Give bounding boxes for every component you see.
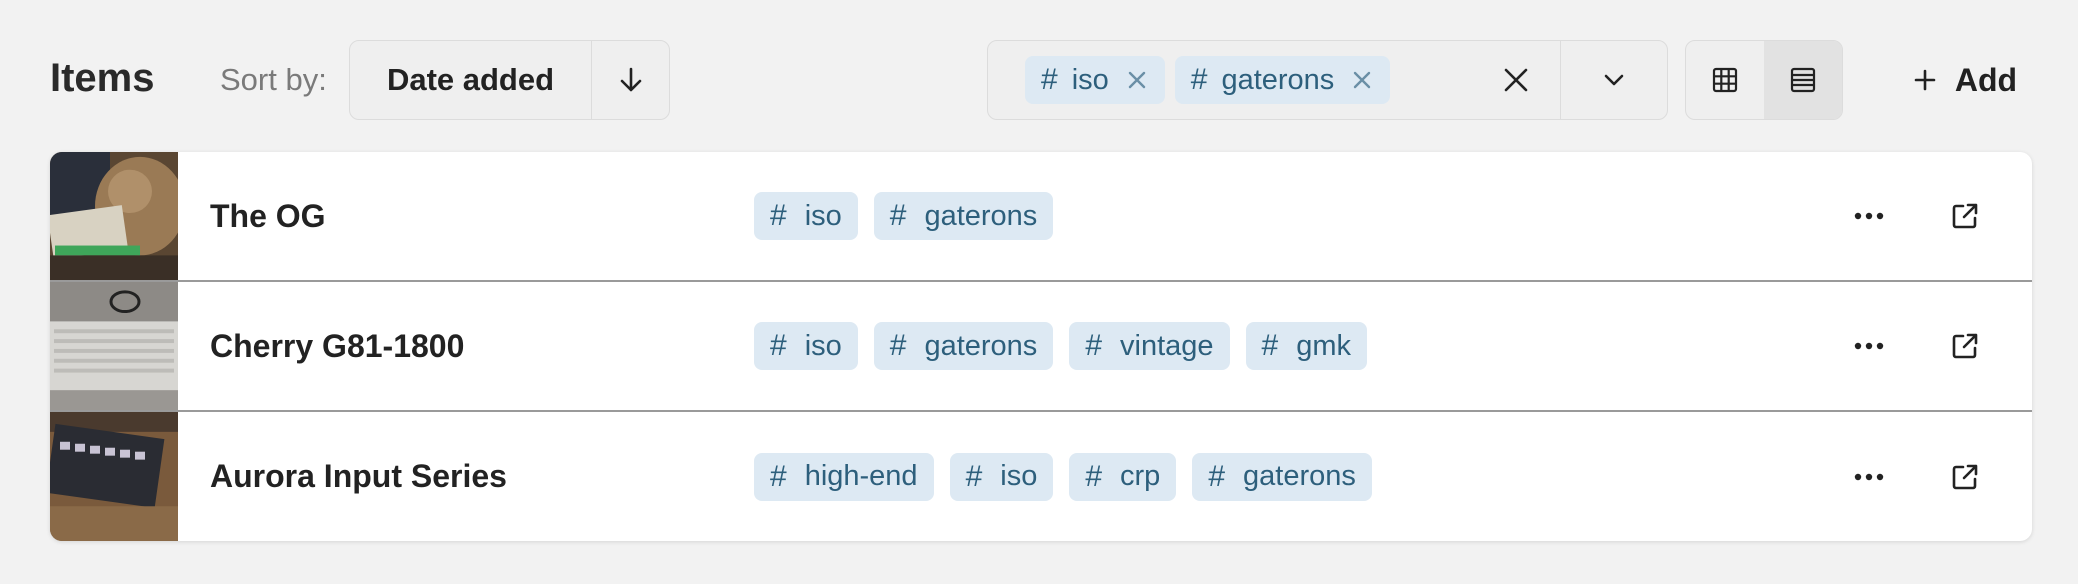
tag-label: crp [1120, 460, 1161, 492]
hash-icon: # [1085, 329, 1102, 362]
clear-filters-button[interactable] [1471, 41, 1561, 119]
tag[interactable]: # gaterons [873, 192, 1054, 240]
chevron-down-icon [1604, 74, 1624, 86]
toolbar: Items Sort by: Date added # iso # gatero… [0, 0, 2078, 150]
more-button[interactable] [1845, 453, 1893, 501]
remove-chip-icon[interactable] [1352, 70, 1372, 90]
hash-icon: # [889, 199, 907, 232]
external-link-icon [1952, 464, 1978, 489]
hash-icon: # [965, 459, 983, 493]
more-button[interactable] [1845, 322, 1893, 370]
hash-icon: # [1261, 329, 1279, 362]
hash-icon: # [770, 329, 787, 362]
filter-chip: # gaterons [1174, 56, 1391, 104]
tag-label: gaterons [1243, 460, 1356, 492]
item-name[interactable]: Aurora Input Series [210, 458, 507, 495]
open-external-button[interactable] [1941, 192, 1989, 240]
tag[interactable]: # gaterons [1192, 452, 1372, 501]
tag-label: iso [804, 329, 842, 362]
hash-icon: # [1041, 63, 1058, 96]
items-list: The OG # iso # gaterons Cherry G81-1800 … [50, 152, 2032, 541]
arrow-down-icon [620, 67, 641, 92]
page-title: Items [50, 56, 155, 100]
hash-icon: # [1208, 459, 1225, 493]
tag-label: gaterons [924, 199, 1038, 232]
tag[interactable]: # iso [949, 452, 1054, 501]
grid-view-button[interactable] [1686, 41, 1764, 119]
hash-icon: # [770, 459, 787, 493]
plus-icon [1914, 69, 1936, 91]
tag[interactable]: # iso [754, 322, 858, 370]
item-tags: # iso # gaterons # vintage # gmk [754, 322, 1367, 370]
item-tags: # iso # gaterons [754, 192, 1054, 240]
more-button[interactable] [1845, 192, 1893, 240]
row-actions [1845, 322, 1989, 370]
tag-label: iso [804, 199, 842, 232]
sort-control: Date added [349, 40, 670, 120]
sort-select[interactable]: Date added [350, 41, 592, 119]
tag-label: gaterons [924, 329, 1038, 362]
filter-dropdown-button[interactable] [1561, 41, 1667, 119]
add-button[interactable]: Add [1885, 40, 2045, 120]
item-name[interactable]: The OG [210, 198, 326, 235]
row-actions [1845, 453, 1989, 501]
sort-label: Sort by: [220, 62, 327, 97]
item-thumbnail [50, 152, 178, 280]
item-name[interactable]: Cherry G81-1800 [210, 328, 464, 365]
list-item[interactable]: The OG # iso # gaterons [50, 152, 2032, 282]
external-link-icon [1952, 203, 1978, 229]
tag-label: gmk [1296, 329, 1351, 362]
remove-chip-icon[interactable] [1127, 70, 1147, 90]
sort-direction-button[interactable] [592, 41, 669, 119]
item-thumbnail [50, 282, 178, 410]
grid-icon [1712, 67, 1738, 93]
more-icon [1854, 473, 1884, 480]
close-icon [1504, 68, 1527, 92]
list-icon [1790, 67, 1816, 93]
item-thumbnail [50, 412, 178, 541]
tag[interactable]: # high-end [754, 452, 934, 501]
open-external-button[interactable] [1941, 322, 1989, 370]
tag[interactable]: # vintage [1069, 322, 1230, 370]
row-actions [1845, 192, 1989, 240]
tag-label: high-end [804, 460, 918, 492]
filter-chip: # iso [1025, 56, 1165, 104]
tag[interactable]: # gmk [1245, 322, 1367, 370]
view-toggle [1685, 40, 1843, 120]
list-view-button[interactable] [1764, 41, 1842, 119]
more-icon [1854, 342, 1884, 350]
add-button-label: Add [1954, 61, 2018, 98]
external-link-icon [1952, 333, 1978, 359]
list-item[interactable]: Cherry G81-1800 # iso # gaterons # vintage … [50, 282, 2032, 412]
hash-icon: # [1190, 63, 1208, 96]
item-tags: # high-end # iso # crp # gaterons [754, 452, 1372, 501]
hash-icon: # [889, 329, 907, 362]
hash-icon: # [1085, 459, 1103, 493]
tag-label: iso [1000, 460, 1038, 492]
tag[interactable]: # iso [754, 192, 858, 240]
open-external-button[interactable] [1941, 453, 1989, 501]
filter-chip-label: gaterons [1221, 63, 1335, 96]
filter-chip-label: iso [1071, 63, 1109, 96]
more-icon [1854, 212, 1884, 220]
tag[interactable]: # gaterons [873, 322, 1054, 370]
tag[interactable]: # crp [1069, 452, 1177, 501]
list-item[interactable]: Aurora Input Series # high-end # iso # crp … [50, 412, 2032, 541]
tag-filter[interactable]: # iso # gaterons [987, 40, 1668, 120]
tag-label: vintage [1120, 329, 1214, 362]
hash-icon: # [770, 199, 787, 232]
